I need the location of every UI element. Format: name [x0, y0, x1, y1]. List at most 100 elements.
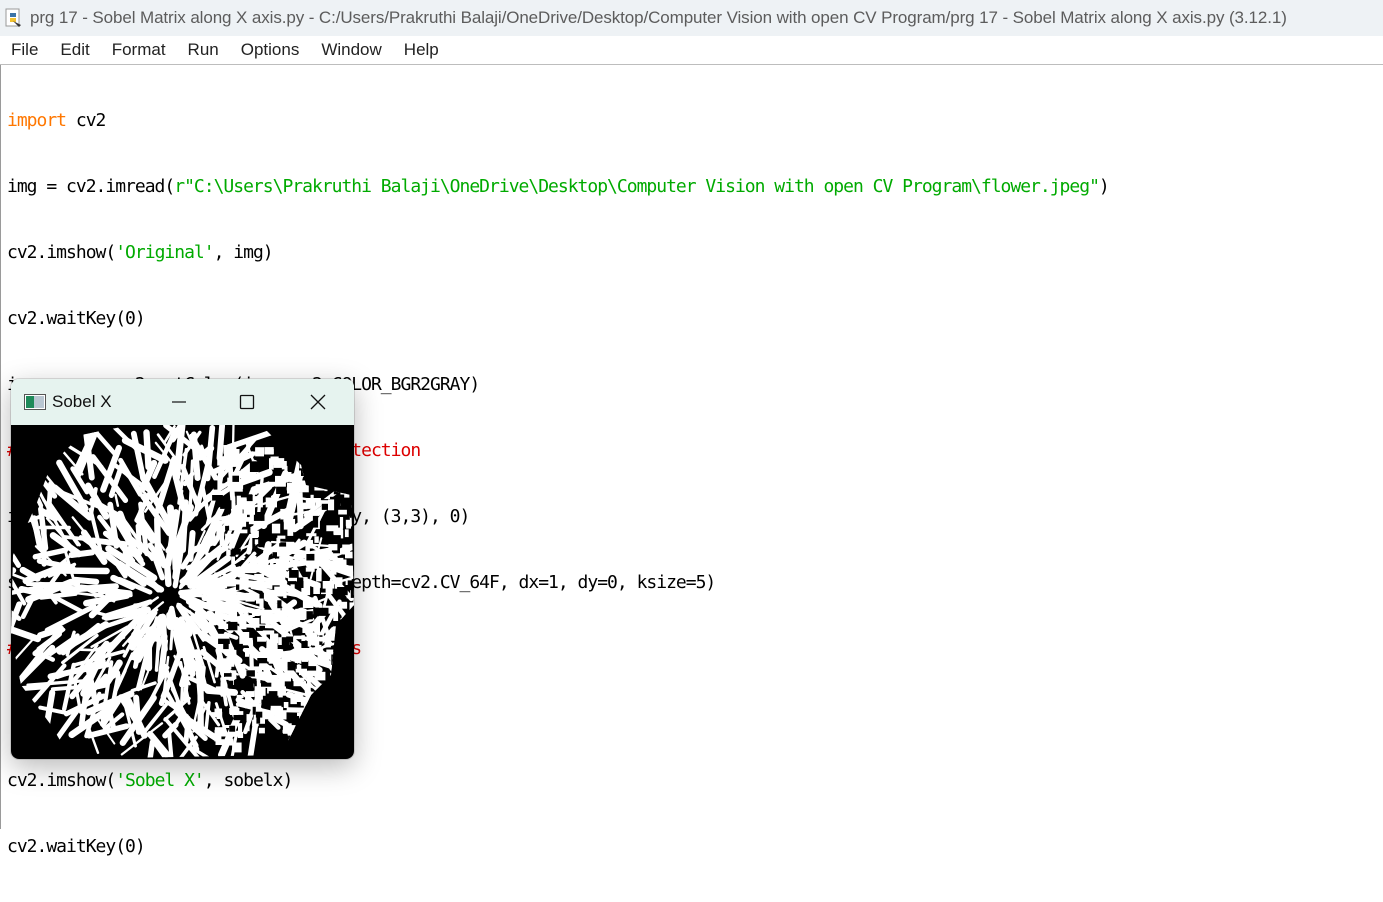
edge-blob — [275, 711, 287, 720]
edge-blob — [225, 590, 235, 596]
edge-blob — [277, 686, 286, 695]
edge-blob — [223, 643, 229, 649]
close-button[interactable] — [295, 379, 341, 425]
edge-blob — [330, 710, 338, 715]
edge-blob — [254, 531, 259, 538]
edge-blob — [336, 684, 344, 692]
sobel-x-window[interactable]: Sobel X — [11, 379, 354, 759]
edge-stroke — [23, 468, 41, 506]
edge-blob — [301, 661, 308, 669]
menu-run[interactable]: Run — [177, 36, 230, 64]
edge-blob — [315, 698, 319, 703]
edge-blob — [239, 618, 246, 630]
edge-stroke — [47, 606, 94, 630]
edge-stroke — [93, 541, 125, 545]
edge-blob — [297, 578, 304, 589]
edge-stroke — [11, 518, 19, 566]
edge-blob — [216, 686, 223, 692]
edge-blob — [277, 477, 281, 485]
edge-blob — [237, 664, 246, 670]
edge-blob — [318, 460, 322, 471]
menu-file[interactable]: File — [0, 36, 49, 64]
edge-blob — [247, 494, 253, 501]
edge-blob — [212, 495, 223, 501]
edge-blob — [351, 712, 354, 716]
edge-blob — [231, 460, 241, 467]
edge-blob — [340, 517, 343, 529]
sobel-window-titlebar[interactable]: Sobel X — [11, 379, 354, 425]
edge-blob — [255, 447, 264, 456]
minimize-button[interactable] — [156, 379, 202, 425]
edge-blob — [303, 710, 309, 718]
edge-blob — [282, 608, 288, 619]
edge-blob — [318, 723, 327, 729]
edge-blob — [307, 715, 317, 721]
edge-blob — [300, 459, 306, 468]
maximize-button[interactable] — [224, 379, 270, 425]
edge-blob — [320, 725, 327, 737]
edge-blob — [312, 634, 318, 645]
edge-blob — [286, 542, 294, 552]
edge-blob — [314, 481, 324, 490]
edge-blob — [346, 469, 354, 477]
edge-blob — [316, 473, 326, 483]
edge-blob — [292, 620, 298, 625]
edge-blob — [264, 593, 271, 600]
edge-blob — [225, 677, 236, 680]
edge-blob — [263, 631, 266, 640]
edge-blob — [217, 712, 223, 719]
edge-blob — [353, 623, 354, 627]
edge-blob — [286, 637, 293, 643]
edge-blob — [313, 743, 317, 749]
edge-blob — [229, 521, 240, 530]
code-line: cv2.waitKey(0) — [7, 308, 1109, 330]
edge-blob — [301, 698, 312, 706]
edge-blob — [345, 552, 353, 559]
edge-blob — [229, 708, 239, 714]
edge-blob — [306, 567, 315, 571]
edge-blob — [291, 584, 295, 592]
edge-blob — [352, 694, 355, 703]
edge-blob — [269, 691, 279, 700]
edge-blob — [243, 638, 253, 645]
edge-blob — [341, 618, 350, 621]
edge-blob — [338, 671, 344, 679]
edge-blob — [246, 670, 255, 676]
menu-edit[interactable]: Edit — [49, 36, 100, 64]
edge-blob — [328, 544, 337, 550]
minimize-icon — [171, 394, 187, 410]
edge-blob — [303, 597, 314, 608]
string-token: 'Original' — [115, 242, 213, 263]
edge-stroke — [49, 484, 51, 511]
edge-blob — [276, 538, 280, 543]
edge-blob — [297, 503, 307, 510]
edge-blob — [232, 549, 241, 555]
edge-blob — [250, 461, 259, 472]
menu-options[interactable]: Options — [230, 36, 311, 64]
menu-help[interactable]: Help — [393, 36, 450, 64]
edge-blob — [261, 666, 272, 670]
string-token: r"C:\Users\Prakruthi Balaji\OneDrive\Des… — [174, 176, 1099, 197]
edge-blob — [257, 658, 267, 663]
edge-blob — [254, 583, 265, 589]
edge-blob — [288, 663, 297, 667]
code-token: cv2.imshow( — [7, 242, 115, 263]
edge-blob — [316, 684, 327, 693]
menu-window[interactable]: Window — [310, 36, 392, 64]
edge-stroke — [181, 688, 182, 713]
edge-blob — [254, 512, 265, 521]
edge-blob — [333, 672, 345, 681]
edge-blob — [345, 709, 354, 713]
window-titlebar: prg 17 - Sobel Matrix along X axis.py - … — [0, 0, 1383, 36]
edge-blob — [313, 587, 320, 594]
edge-blob — [228, 681, 234, 688]
edge-blob — [277, 547, 287, 557]
edge-blob — [332, 534, 341, 540]
menu-format[interactable]: Format — [101, 36, 177, 64]
edge-blob — [349, 655, 354, 661]
edge-blob — [254, 574, 264, 580]
edge-blob — [274, 587, 285, 597]
edge-blob — [351, 447, 354, 455]
edge-blob — [346, 676, 354, 687]
maximize-icon — [239, 394, 255, 410]
